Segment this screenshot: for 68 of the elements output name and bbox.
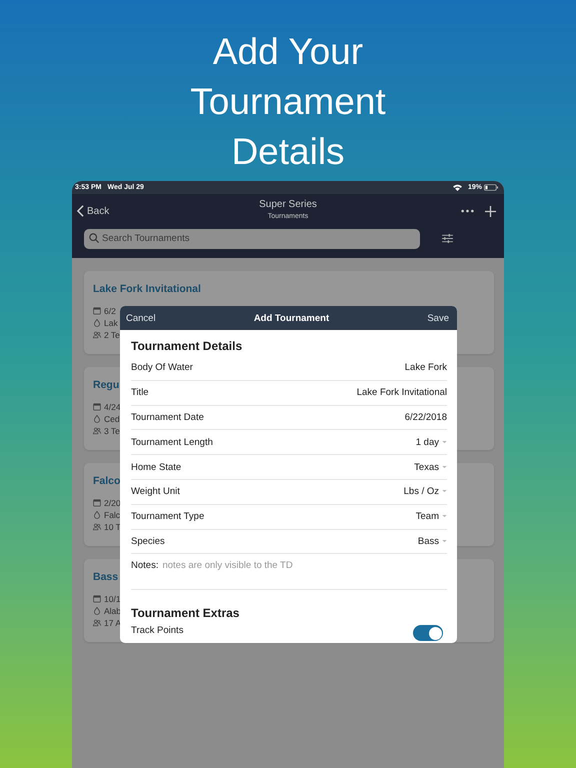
add-icon[interactable] <box>485 206 496 216</box>
wifi-icon <box>452 184 462 191</box>
toggle-switch[interactable] <box>413 625 443 642</box>
cancel-button[interactable]: Cancel <box>126 312 156 324</box>
people-icon <box>93 619 101 627</box>
card-lake: Falc <box>104 510 120 520</box>
card-lake: Ced <box>104 414 120 424</box>
card-title: Regu <box>93 379 120 391</box>
field-label: Species <box>131 536 165 547</box>
card-teams: 2 Te <box>104 330 120 340</box>
calendar-icon <box>93 307 101 315</box>
field-label: Tournament Length <box>131 436 213 448</box>
field-label: Weight Unit <box>131 486 180 498</box>
drop-icon <box>93 319 101 327</box>
field-value[interactable]: Lake Fork Invitational <box>356 387 447 398</box>
filter-icon[interactable] <box>442 234 453 242</box>
card-date: 10/1 <box>104 594 121 604</box>
card-title: Falco <box>93 475 122 487</box>
section-heading: Tournament Details <box>131 338 244 355</box>
field-value[interactable]: 6/22/2018 <box>404 412 447 423</box>
headline: Details <box>231 130 345 174</box>
field-value[interactable]: Lake Fork <box>404 362 447 374</box>
field-label: Tournament Date <box>131 412 204 423</box>
search-field[interactable]: Search Tournaments <box>84 228 420 248</box>
search-icon <box>89 233 99 243</box>
card-date: 2/20 <box>104 498 121 508</box>
field-label: Track Points <box>131 625 184 636</box>
caret-icon <box>442 440 447 444</box>
back-button[interactable]: Back <box>77 205 110 217</box>
headline: Tournament <box>190 80 386 124</box>
card-date: 4/24 <box>104 402 121 412</box>
card-date: 6/2 <box>104 306 116 316</box>
caret-icon <box>442 490 447 494</box>
caret-icon <box>442 466 447 469</box>
dropdown-field[interactable]: Texas <box>414 462 447 473</box>
field-label: Title <box>131 387 149 398</box>
drop-icon <box>93 511 101 519</box>
drop-icon <box>93 607 101 615</box>
drop-icon <box>93 415 101 423</box>
calendar-icon <box>93 595 101 603</box>
calendar-icon <box>93 403 101 411</box>
dialog-title: Add Tournament <box>254 312 330 324</box>
people-icon <box>93 331 101 339</box>
people-icon <box>93 427 101 435</box>
nav-title: Super Series <box>259 199 317 210</box>
card-teams: 10 T <box>104 522 121 532</box>
more-icon[interactable] <box>461 209 474 213</box>
field-label: Tournament Type <box>131 511 204 522</box>
card-title: Bass <box>93 571 120 583</box>
notes-label: Notes: <box>131 560 158 572</box>
calendar-icon <box>93 499 101 507</box>
dropdown-field[interactable]: Team <box>416 511 447 522</box>
field-label: Home State <box>131 462 182 473</box>
section-heading: Tournament Extras <box>131 605 240 622</box>
card-lake: Lak <box>104 318 118 328</box>
battery-icon <box>484 184 498 191</box>
card-teams: 3 Te <box>104 426 120 436</box>
caret-icon <box>442 515 447 518</box>
field-label: Body Of Water <box>131 362 193 374</box>
dropdown-field[interactable]: Lbs / Oz <box>404 486 447 498</box>
people-icon <box>93 523 101 531</box>
chevron-left-icon[interactable] <box>77 205 84 217</box>
caret-icon <box>442 540 447 543</box>
card-title: Lake Fork Invitational <box>93 283 202 295</box>
dropdown-field[interactable]: Bass <box>418 536 447 547</box>
save-button[interactable]: Save <box>427 312 449 324</box>
dropdown-field[interactable]: 1 day <box>416 436 447 448</box>
headline: Add Your <box>212 30 364 74</box>
